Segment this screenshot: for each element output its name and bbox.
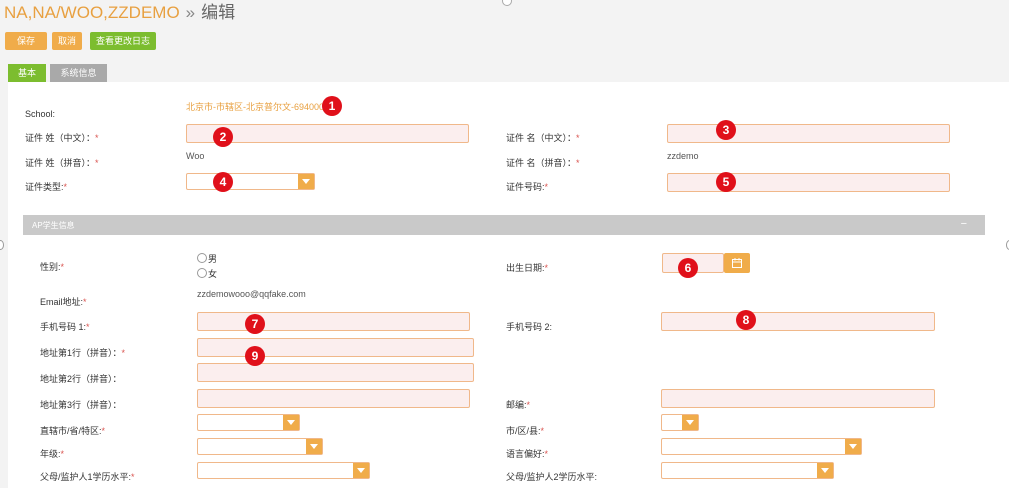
surname-cn-label: 证件 姓（中文）：* (25, 133, 99, 143)
given-py-label: 证件 名（拼音）：* (506, 158, 580, 168)
addr1-input[interactable] (197, 338, 474, 357)
id-type-label: 证件类型:* (25, 182, 68, 192)
phone2-label: 手机号码 2: (506, 322, 553, 332)
section-title: AP学生信息 (32, 221, 75, 230)
given-cn-input[interactable] (667, 124, 950, 143)
addr2-label: 地址第2行（拼音）： (40, 374, 122, 384)
save-button[interactable]: 保存 (5, 32, 47, 50)
parent2-edu-label: 父母/监护人2学历水平: (506, 472, 598, 482)
calendar-icon (732, 258, 742, 268)
school-link[interactable]: 北京市-市辖区-北京普尔文-694000 (186, 100, 324, 113)
phone1-input[interactable] (197, 312, 470, 331)
chevron-down-icon[interactable] (845, 439, 861, 454)
section-header-ap-student[interactable]: AP学生信息 − (23, 215, 985, 235)
id-number-label: 证件号码:* (506, 182, 549, 192)
gender-label: 性别:* (40, 262, 65, 272)
annotation-marker: 4 (213, 172, 233, 192)
calendar-button[interactable] (724, 253, 750, 273)
breadcrumb[interactable]: NA,NA/WOO,ZZDEMO (4, 3, 180, 22)
surname-py-value: Woo (186, 151, 205, 161)
chevron-down-icon[interactable] (682, 415, 698, 430)
chevron-down-icon[interactable] (306, 439, 322, 454)
addr2-input[interactable] (197, 363, 474, 382)
annotation-marker: 7 (245, 314, 265, 334)
annotation-marker: 2 (213, 127, 233, 147)
chevron-down-icon[interactable] (298, 174, 314, 189)
language-label: 语言偏好:* (506, 449, 549, 459)
email-value: zzdemowooo@qqfake.com (197, 289, 306, 299)
tab-basic[interactable]: 基本 (8, 64, 46, 82)
province-label: 直辖市/省/特区:* (40, 426, 106, 436)
page-action: 编辑 (201, 3, 236, 22)
annotation-marker: 1 (322, 96, 342, 116)
radio-icon[interactable] (197, 268, 207, 278)
province-select[interactable] (197, 414, 300, 431)
city-label: 市/区/县:* (506, 426, 545, 436)
surname-py-label: 证件 姓（拼音）：* (25, 158, 99, 168)
addr3-label: 地址第3行（拼音）： (40, 400, 122, 410)
gender-radio-female[interactable]: 女 (197, 267, 217, 280)
addr1-label: 地址第1行（拼音）：* (40, 348, 126, 358)
annotation-marker: 5 (716, 172, 736, 192)
given-py-value: zzdemo (667, 151, 699, 161)
email-label: Email地址:* (40, 297, 87, 307)
phone1-label: 手机号码 1:* (40, 322, 90, 332)
phone2-input[interactable] (661, 312, 935, 331)
parent1-edu-label: 父母/监护人1学历水平:* (40, 472, 135, 482)
annotation-marker: 9 (245, 346, 265, 366)
addr3-input[interactable] (197, 389, 470, 408)
grade-select[interactable] (197, 438, 323, 455)
given-cn-label: 证件 名（中文）：* (506, 133, 580, 143)
collapse-icon[interactable]: − (961, 218, 967, 230)
dob-label: 出生日期:* (506, 263, 549, 273)
language-select[interactable] (661, 438, 862, 455)
breadcrumb-separator: » (185, 3, 196, 22)
annotation-marker: 3 (716, 120, 736, 140)
zip-label: 邮编:* (506, 400, 531, 410)
chevron-down-icon[interactable] (817, 463, 833, 478)
school-label: School: (25, 109, 56, 119)
radio-icon[interactable] (197, 253, 207, 263)
id-number-input[interactable] (667, 173, 950, 192)
left-scroll-handle (0, 240, 4, 250)
tab-system-info[interactable]: 系统信息 (50, 64, 107, 82)
zip-input[interactable] (661, 389, 935, 408)
city-select[interactable] (661, 414, 699, 431)
page-title: NA,NA/WOO,ZZDEMO » 编辑 (4, 0, 235, 23)
cancel-button[interactable]: 取消 (52, 32, 82, 50)
view-changelog-button[interactable]: 查看更改日志 (90, 32, 156, 50)
id-type-select[interactable] (186, 173, 315, 190)
parent1-edu-select[interactable] (197, 462, 370, 479)
chevron-down-icon[interactable] (283, 415, 299, 430)
gender-radio-male[interactable]: 男 (197, 252, 217, 265)
chevron-down-icon[interactable] (353, 463, 369, 478)
parent2-edu-select[interactable] (661, 462, 834, 479)
annotation-marker: 8 (736, 310, 756, 330)
annotation-marker: 6 (678, 258, 698, 278)
top-scroll-handle (502, 0, 512, 6)
grade-label: 年级:* (40, 449, 65, 459)
